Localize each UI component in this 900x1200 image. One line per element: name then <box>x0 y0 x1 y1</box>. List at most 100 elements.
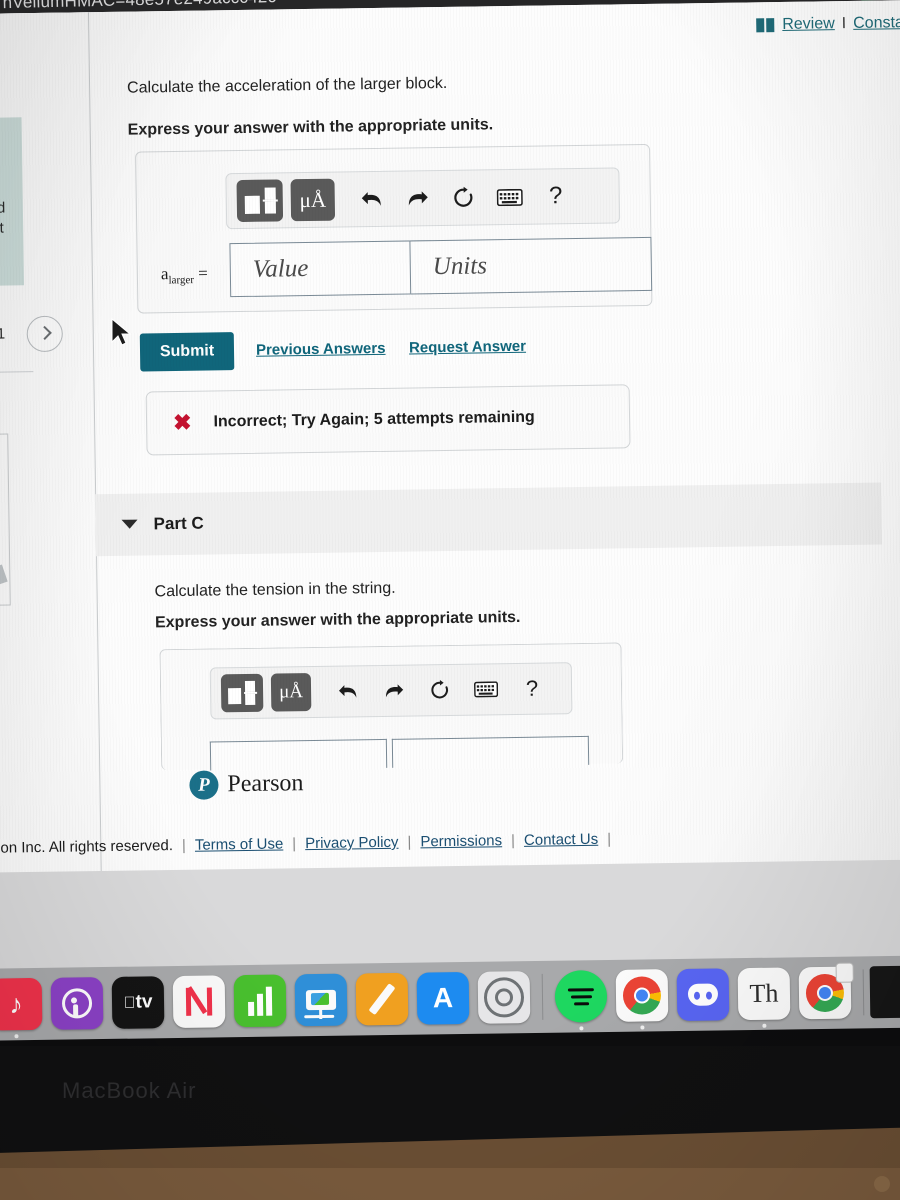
keyboard-icon[interactable] <box>463 668 510 711</box>
part-b-value-input[interactable]: Value <box>229 240 433 298</box>
pearson-p-icon: P <box>189 770 219 800</box>
reset-circle-icon[interactable] <box>417 669 464 712</box>
units-placeholder: Units <box>432 252 488 281</box>
dock-item-system-preferences[interactable] <box>477 971 531 1024</box>
dock-item-discord[interactable] <box>676 968 730 1022</box>
sidebar-divider <box>0 371 34 374</box>
app-store-icon: A <box>432 982 454 1014</box>
left-sidebar: d at 1 <box>0 12 102 884</box>
dock-item-apple-tv[interactable]: tv <box>111 976 165 1029</box>
redo-arrow-icon[interactable] <box>394 177 441 220</box>
redo-arrow-icon[interactable] <box>371 669 418 712</box>
math-template-icon[interactable] <box>236 179 284 223</box>
part-b-previous-answers-link[interactable]: Previous Answers <box>256 340 386 359</box>
reset-circle-icon[interactable] <box>440 176 487 219</box>
music-note-icon: ♪ <box>9 988 23 1019</box>
footer-separator: | <box>181 836 186 854</box>
sidebar-page-number: 1 <box>0 325 6 343</box>
part-c-instruction: Express your answer with the appropriate… <box>154 608 521 632</box>
dock-item-thorium[interactable]: Th <box>737 967 791 1028</box>
chrome-icon <box>622 976 662 1015</box>
web-page: d at 1 Review I Constants Calculate the … <box>0 0 900 884</box>
pearson-wordmark: Pearson <box>227 770 304 798</box>
numbers-icon <box>248 986 273 1017</box>
screenshot-root: nVellumHMAC=48e57e249accc420 d at 1 <box>0 0 900 1200</box>
variable-subscript: larger <box>168 274 195 287</box>
window-badge-icon <box>835 962 854 983</box>
terms-of-use-link[interactable]: Terms of Use <box>195 835 284 853</box>
keyboard-icon[interactable] <box>486 176 533 219</box>
thorium-icon: Th <box>749 978 779 1008</box>
part-b-variable-label: alarger = <box>161 264 208 287</box>
footer-separator: | <box>510 832 516 850</box>
sidebar-text-fragment-1: d <box>0 199 6 217</box>
caret-down-icon[interactable] <box>121 519 138 529</box>
dock-minimized-window[interactable] <box>869 965 900 1019</box>
units-micro-angstrom-button[interactable]: μÅ <box>270 673 312 712</box>
news-icon <box>183 985 215 1017</box>
part-c-answer-box: μÅ ? <box>159 642 624 771</box>
podcast-icon <box>61 988 93 1019</box>
macos-dock[interactable]: ♪ tv <box>0 955 900 1041</box>
equals-sign: = <box>197 263 208 283</box>
permissions-link[interactable]: Permissions <box>420 832 502 850</box>
pages-icon <box>368 983 396 1016</box>
units-micro-angstrom-button[interactable]: μÅ <box>290 178 336 222</box>
part-c-value-input[interactable] <box>209 738 388 771</box>
dock-item-spotify[interactable] <box>554 969 608 1031</box>
desktop-background: ♪ tv <box>0 859 900 1065</box>
part-b-feedback-banner: ✖ Incorrect; Try Again; 5 attempts remai… <box>145 384 631 456</box>
mouse-cursor <box>111 318 132 346</box>
dock-item-music[interactable]: ♪ <box>0 977 43 1039</box>
math-template-icon[interactable] <box>220 673 264 713</box>
dock-divider <box>541 973 544 1020</box>
next-page-button[interactable] <box>26 315 64 353</box>
keynote-icon <box>305 989 337 1011</box>
contact-us-link[interactable]: Contact Us <box>524 831 598 849</box>
part-b-instruction: Express your answer with the appropriate… <box>127 116 494 139</box>
desk-surface-front <box>0 1168 900 1200</box>
x-mark-icon: ✖ <box>172 409 192 436</box>
page-background: d at 1 Review I Constants Calculate the … <box>0 0 900 884</box>
dock-divider <box>862 969 865 1016</box>
part-c-header-band[interactable] <box>95 482 882 557</box>
dock-item-news[interactable] <box>172 975 226 1029</box>
part-b-toolbar: μÅ ? <box>225 167 621 230</box>
part-b-prompt: Calculate the acceleration of the larger… <box>126 74 448 97</box>
privacy-policy-link[interactable]: Privacy Policy <box>305 834 399 852</box>
footer-separator: | <box>292 835 297 853</box>
copyright-text: ducation Inc. All rights reserved. <box>0 837 174 858</box>
apple-tv-icon: tv <box>123 991 152 1013</box>
pearson-logo: P Pearson <box>189 769 304 800</box>
part-b-answer-box: μÅ ? alarger = Value Units <box>135 143 653 314</box>
part-c-toolbar: μÅ ? <box>209 662 573 720</box>
part-c-title: Part C <box>153 513 204 534</box>
part-b-submit-button[interactable]: Submit <box>139 332 235 372</box>
spotify-icon <box>564 979 598 1013</box>
device-model-label: MacBook Air <box>62 1078 197 1103</box>
dock-item-keynote[interactable] <box>294 973 348 1027</box>
dock-item-chrome-window[interactable] <box>798 962 854 1020</box>
dock-item-chrome[interactable] <box>615 969 669 1030</box>
value-placeholder: Value <box>252 255 309 283</box>
variable-symbol: a <box>160 264 169 284</box>
dock-item-app-store[interactable]: A <box>416 971 470 1025</box>
part-b-request-answer-link[interactable]: Request Answer <box>409 338 526 357</box>
question-content: Calculate the acceleration of the larger… <box>88 0 900 882</box>
undo-arrow-icon[interactable] <box>325 670 372 713</box>
desk-object <box>874 1176 890 1192</box>
help-button[interactable]: ? <box>509 667 556 710</box>
dock-item-pages[interactable] <box>355 972 409 1026</box>
part-c-units-input[interactable] <box>391 735 590 768</box>
part-b-units-input[interactable]: Units <box>409 236 653 295</box>
feedback-message: Incorrect; Try Again; 5 attempts remaini… <box>213 408 535 431</box>
undo-arrow-icon[interactable] <box>348 178 395 221</box>
dock-item-podcasts[interactable] <box>50 977 104 1030</box>
sidebar-text-fragment-2: at <box>0 219 4 237</box>
dock-item-numbers[interactable] <box>233 974 287 1028</box>
help-button[interactable]: ? <box>532 175 579 218</box>
discord-icon <box>687 983 719 1006</box>
footer-separator: | <box>607 830 612 848</box>
gear-icon <box>483 977 525 1018</box>
footer-separator: | <box>407 833 412 851</box>
